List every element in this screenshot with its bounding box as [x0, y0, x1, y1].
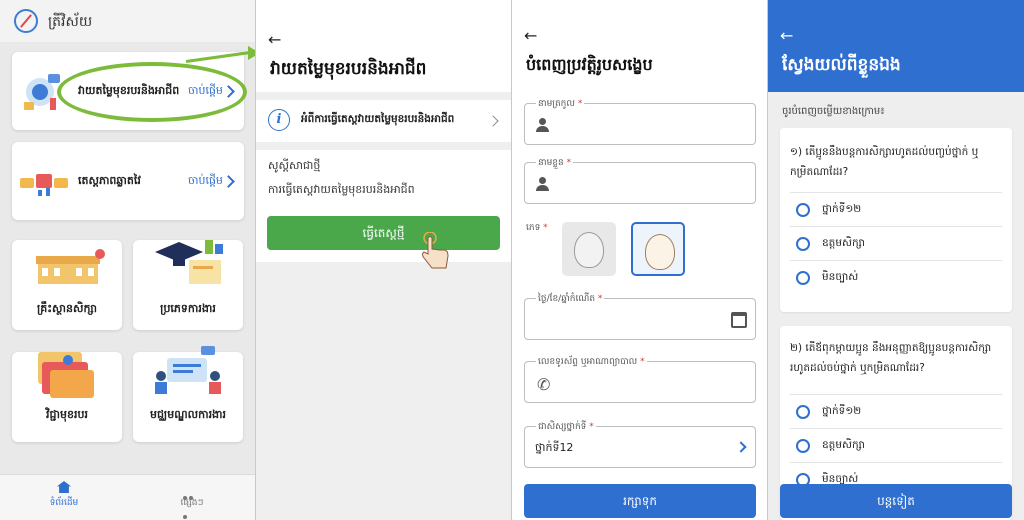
chevron-right-icon [222, 175, 235, 188]
page-title: បំពេញប្រវត្តិរូបសង្ខេប [526, 55, 653, 74]
option-label: ឧត្តមសិក្សា [822, 439, 865, 451]
intelligence-illustration-icon [20, 174, 68, 196]
option-label: ថ្នាក់ទី១២ [822, 405, 862, 417]
tile-job-centers[interactable]: មជ្ឈមណ្ឌលការងារ [133, 346, 243, 442]
option-label: ឧត្តមសិក្សា [822, 237, 865, 249]
phone-icon: ✆ [537, 375, 551, 394]
chevron-right-icon [487, 115, 499, 127]
more-dots-icon[interactable] [183, 485, 199, 519]
back-arrow-icon[interactable]: ← [524, 26, 537, 45]
question-text: ១) តើប្អូននឹងបន្តការសិក្សារហូតដល់បញ្ចប់ថ… [790, 146, 979, 178]
gender-female-option[interactable] [631, 222, 685, 276]
tile-vocational[interactable]: វិជ្ជាមុខរបរ [12, 352, 122, 442]
person-icon [535, 177, 549, 191]
chevron-right-icon [735, 441, 747, 453]
app-title: ត្រីវិស័យ [48, 14, 93, 30]
back-arrow-icon[interactable]: ← [268, 30, 281, 49]
info-icon: i [268, 109, 290, 131]
bottom-navigation: ទំព័រដើម ផ្សេងៗ [0, 474, 256, 520]
compass-logo-icon [14, 9, 38, 33]
answer-option[interactable]: ឧត្តមសិក្សា [790, 226, 1002, 260]
continue-button[interactable]: បន្តទៀត [780, 484, 1012, 518]
screen-header: ← វាយតម្លៃមុខរបរនិងអាជីព [256, 0, 512, 92]
calendar-icon[interactable] [731, 312, 747, 328]
tile-institutions[interactable]: គ្រឹះស្ថានសិក្សា [12, 240, 122, 330]
radio-icon[interactable] [796, 405, 810, 419]
screen-header: ← ស្វែងយល់ពីខ្លួនឯង [768, 0, 1024, 92]
given-name-label: នាមខ្លួន * [536, 157, 574, 170]
back-arrow-icon[interactable]: ← [780, 26, 793, 45]
self-discovery-screen: ← ស្វែងយល់ពីខ្លួនឯង ចូរបំពេញចម្លើយខាងក្រ… [768, 0, 1024, 520]
radio-icon[interactable] [796, 237, 810, 251]
intelligence-card-label: តេស្តភាពឆ្លាតវៃ [78, 174, 141, 187]
about-test-label: អំពីការធ្វើតេស្តវាយតម្លៃមុខរបរនិងអាជីព [301, 113, 455, 125]
grade-label: ជាសិស្សថ្នាក់ទី * [536, 421, 596, 434]
page-title: ស្វែងយល់ពីខ្លួនឯង [782, 55, 901, 75]
tap-hand-icon [422, 232, 449, 269]
page-title: វាយតម្លៃមុខរបរនិងអាជីព [270, 59, 427, 79]
question-text: ២) តើឪពុកម្តាយប្អូន នឹងអនុញ្ញាតឱ្យប្អូនប… [790, 342, 992, 374]
welcome-subtext: ការធ្វើតេស្តវាយតម្លៃមុខរបរនិងអាជីព [268, 183, 415, 196]
instruction-text: ចូរបំពេញចម្លើយខាងក្រោម៖ [782, 106, 885, 117]
option-label: មិនច្បាស់ [822, 271, 859, 283]
app-bar: ត្រីវិស័យ [0, 0, 256, 42]
female-face-icon [645, 234, 675, 270]
answer-option[interactable]: ឧត្តមសិក្សា [790, 428, 1002, 462]
welcome-section: សូស្តីសាជាថ្មី ការធ្វើតេស្តវាយតម្លៃមុខរប… [256, 150, 512, 269]
career-assessment-screen: ← វាយតម្លៃមុខរបរនិងអាជីព i អំពីការធ្វើតេ… [256, 0, 512, 520]
answer-option[interactable]: ថ្នាក់ទី១២ [790, 192, 1002, 226]
about-test-row[interactable]: i អំពីការធ្វើតេស្តវាយតម្លៃមុខរបរនិងអាជីព [256, 100, 512, 142]
tile-label: វិជ្ជាមុខរបរ [46, 408, 88, 421]
start-new-test-button[interactable]: ធ្វើតេស្តថ្មី [267, 216, 500, 250]
male-face-icon [574, 232, 604, 268]
option-label: ថ្នាក់ទី១២ [822, 203, 862, 215]
grade-value: ថ្នាក់ទី12 [535, 441, 574, 454]
radio-icon[interactable] [796, 439, 810, 453]
person-icon [535, 118, 549, 132]
radio-icon[interactable] [796, 203, 810, 217]
surname-label: នាមត្រកូល * [536, 98, 585, 111]
radio-icon[interactable] [796, 271, 810, 285]
save-button[interactable]: រក្សាទុក [524, 484, 756, 518]
highlight-oval [57, 62, 247, 122]
graduation-cap-icon [155, 240, 223, 284]
phone-label: លេខទូរស័ព្ទ ឬអាណាព្យាបាល * [536, 356, 647, 369]
gender-label: ភេទ * [526, 223, 548, 233]
nav-home[interactable]: ទំព័រដើម [24, 497, 104, 510]
job-center-people-icon [155, 346, 221, 394]
home-screen: ត្រីវិស័យ វាយតម្លៃមុខរបរនិងអាជីព ចាប់ផ្ត… [0, 0, 256, 520]
answer-option[interactable]: មិនច្បាស់ [790, 260, 1002, 294]
tile-job-types[interactable]: ប្រភេទការងារ [133, 240, 243, 330]
tile-label: ប្រភេទការងារ [160, 302, 216, 315]
intelligence-start-link[interactable]: ចាប់ផ្តើម [188, 174, 223, 190]
nav-other[interactable]: ផ្សេងៗ [152, 497, 232, 510]
welcome-text: សូស្តីសាជាថ្មី [268, 159, 321, 172]
answer-option[interactable]: ថ្នាក់ទី១២ [790, 394, 1002, 428]
home-icon[interactable] [57, 481, 71, 493]
vocational-folders-icon [38, 352, 94, 398]
gender-male-option[interactable] [562, 222, 616, 276]
intelligence-test-card[interactable]: តេស្តភាពឆ្លាតវៃ ចាប់ផ្តើម [12, 142, 244, 220]
tile-label: គ្រឹះស្ថានសិក្សា [36, 302, 98, 315]
profile-form-screen: ← បំពេញប្រវត្តិរូបសង្ខេប នាមត្រកូល * នាម… [512, 0, 768, 520]
question-card: ១) តើប្អូននឹងបន្តការសិក្សារហូតដល់បញ្ចប់ថ… [780, 128, 1012, 312]
tile-label: មជ្ឈមណ្ឌលការងារ [149, 408, 227, 421]
school-building-icon [36, 249, 105, 284]
birthdate-label: ថ្ងៃ/ខែ/ឆ្នាំកំណើត * [536, 293, 605, 306]
